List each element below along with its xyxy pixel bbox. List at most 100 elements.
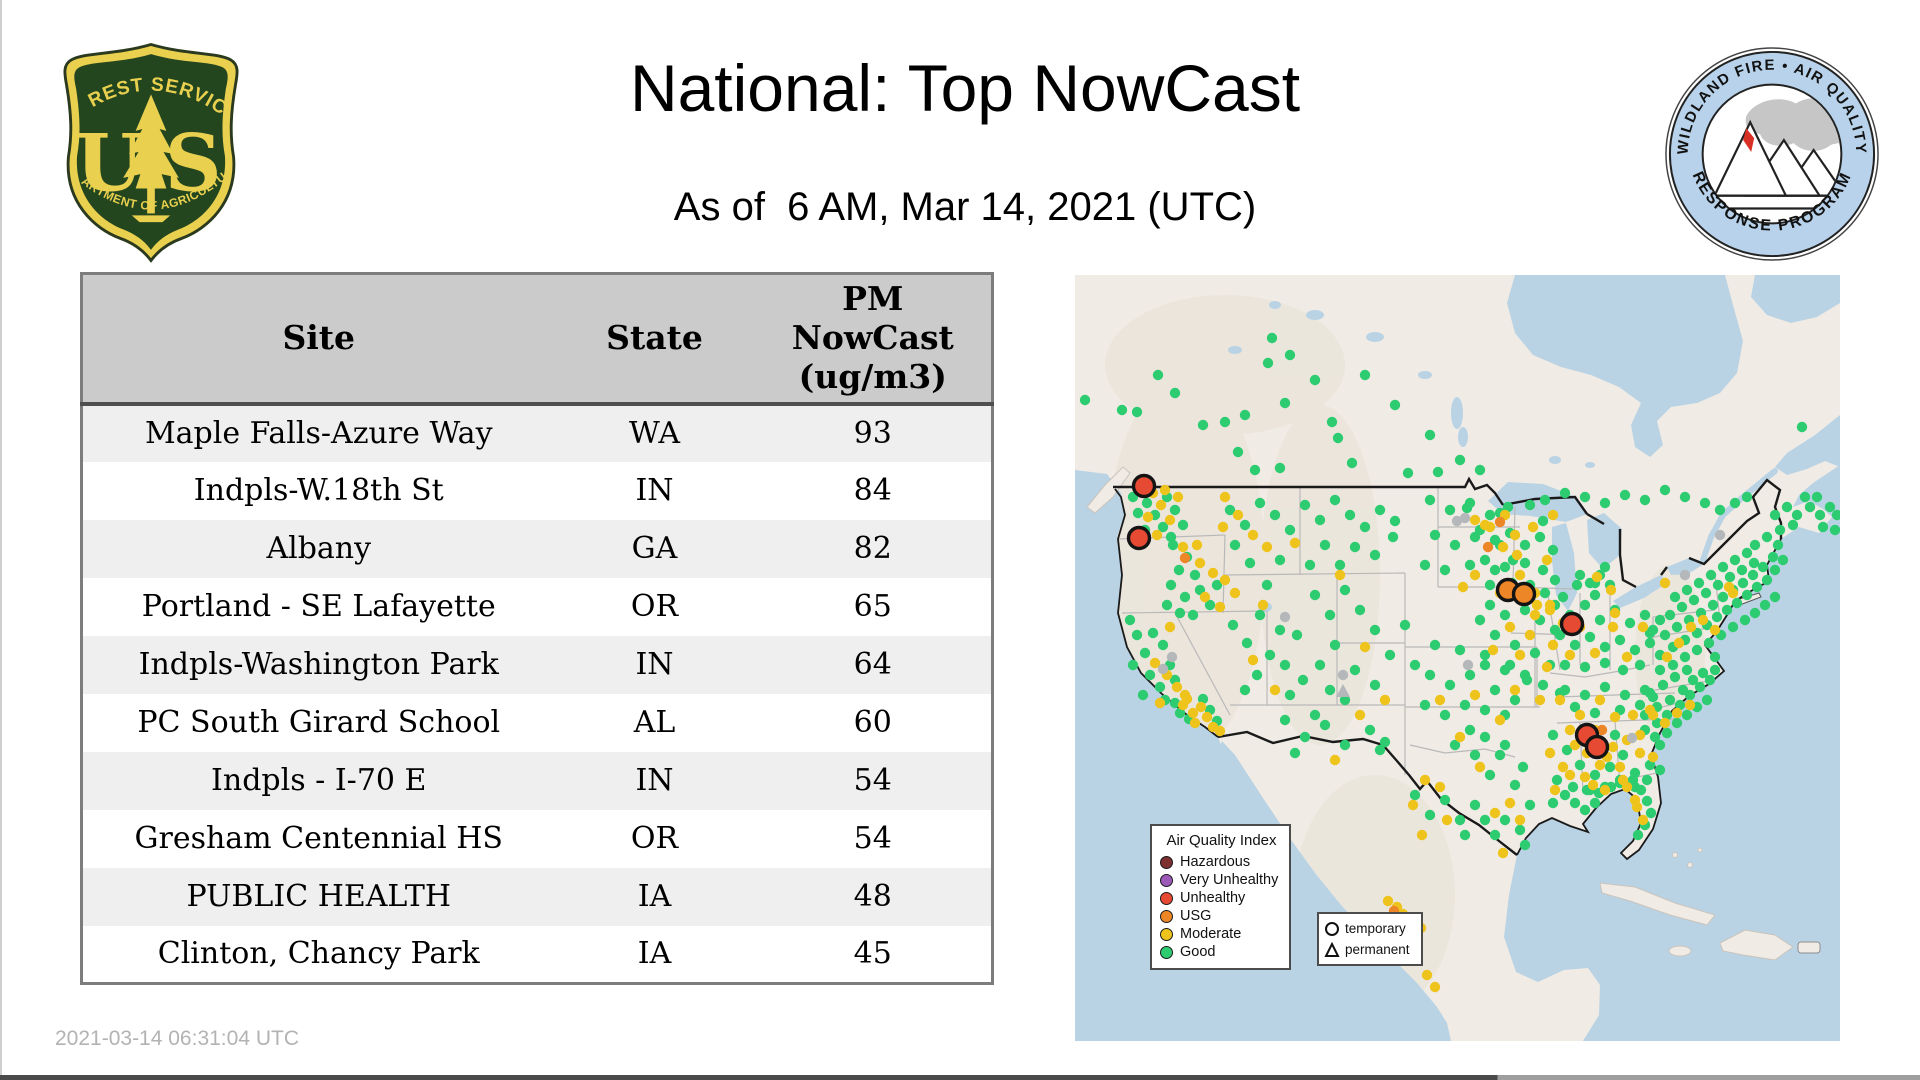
report-page: FOREST SERVICE U S DEPARTMENT OF AGRICUL…	[0, 0, 1920, 1080]
value-cell: 48	[754, 867, 993, 926]
state-cell: WA	[554, 403, 755, 462]
aqi-dot	[1251, 669, 1263, 681]
table-row: PUBLIC HEALTH IA 48	[81, 867, 993, 926]
aqi-dot	[1509, 684, 1521, 696]
aqi-dot	[1484, 769, 1496, 781]
highlight-site-marker	[1511, 581, 1537, 607]
aqi-legend-item: Moderate	[1160, 925, 1283, 943]
aqi-dot	[1796, 421, 1808, 433]
aqi-dot	[1509, 779, 1521, 791]
aqi-dot	[1709, 664, 1721, 676]
aqi-dot	[1517, 761, 1529, 773]
aqi-dot	[1407, 799, 1419, 811]
aqi-dot	[1659, 577, 1671, 589]
aqi-dot	[1444, 679, 1456, 691]
aqi-dot	[1181, 693, 1193, 705]
aqi-dot	[1544, 747, 1556, 759]
aqi-legend-label: Unhealthy	[1180, 890, 1246, 906]
table-row: Indpls-W.18th St IN 84	[81, 461, 993, 520]
aqi-dot	[1617, 664, 1629, 676]
state-cell: GA	[554, 519, 755, 578]
column-header-state: State	[554, 273, 755, 406]
aqi-dot	[1547, 639, 1559, 651]
aqi-dot	[1142, 511, 1154, 523]
aqi-legend-title: Air Quality Index	[1166, 832, 1277, 849]
aqi-dot	[1777, 554, 1789, 566]
aqi-dot	[1521, 674, 1533, 686]
aqi-dot	[1681, 584, 1693, 596]
aqi-dot	[1499, 664, 1511, 676]
aqi-dot	[1617, 774, 1629, 786]
aqi-dot	[1559, 789, 1571, 801]
highlight-site-marker	[1126, 525, 1152, 551]
aqi-dot	[1116, 404, 1128, 416]
aqi-dot	[1354, 709, 1366, 721]
aqi-map: Air Quality Index Hazardous Very Unhealth…	[1075, 275, 1840, 1041]
aqi-dot	[1429, 981, 1441, 993]
site-cell: PC South Girard School	[81, 693, 555, 752]
aqi-dot	[1654, 614, 1666, 626]
aqi-dot	[1459, 699, 1471, 711]
aqi-dot	[1451, 515, 1463, 527]
aqi-dot	[1687, 674, 1699, 686]
aqi-dot	[1747, 569, 1759, 581]
wfaqrp-logo: WILDLAND FIRE • AIR QUALITY RESPONSE PRO…	[1665, 47, 1879, 261]
aqi-dot	[1774, 524, 1786, 536]
aqi-dot	[1257, 599, 1269, 611]
aqi-dot	[1299, 499, 1311, 511]
aqi-dot	[1346, 457, 1358, 469]
aqi-dot	[1634, 659, 1646, 671]
aqi-dot	[1127, 659, 1139, 671]
aqi-dot	[1416, 829, 1428, 841]
aqi-dot	[1274, 624, 1286, 636]
aqi-dot	[1344, 509, 1356, 521]
site-cell: Albany	[81, 519, 555, 578]
aqi-dot	[1727, 587, 1739, 599]
column-header-pm-nowcast: PM NowCast (ug/m3)	[754, 273, 993, 406]
aqi-dot	[1669, 671, 1681, 683]
aqi-dot	[1511, 549, 1523, 561]
aqi-dot	[1599, 681, 1611, 693]
aqi-dot	[1419, 559, 1431, 571]
aqi-dot	[1599, 641, 1611, 653]
aqi-dot	[1454, 454, 1466, 466]
aqi-dot	[1339, 739, 1351, 751]
aqi-legend-label: Moderate	[1180, 926, 1242, 942]
aqi-dot	[1469, 514, 1481, 526]
aqi-dot	[1634, 699, 1646, 711]
aqi-dot	[1514, 569, 1526, 581]
legend-item-permanent: permanent	[1324, 939, 1416, 960]
aqi-dot	[1144, 669, 1156, 681]
aqi-dot	[1239, 409, 1251, 421]
aqi-swatch-icon	[1160, 927, 1173, 941]
aqi-dot	[1629, 644, 1641, 656]
aqi-dot	[1369, 679, 1381, 691]
state-cell: OR	[554, 577, 755, 636]
aqi-dot	[1179, 591, 1191, 603]
aqi-dot	[1691, 644, 1703, 656]
aqi-dot	[1152, 369, 1164, 381]
aqi-swatch-icon	[1160, 909, 1173, 923]
aqi-dot	[1541, 554, 1553, 566]
aqi-dot	[1497, 847, 1509, 859]
aqi-dot	[1519, 539, 1531, 551]
aqi-dot	[1424, 494, 1436, 506]
aqi-dot	[1634, 747, 1646, 759]
aqi-dot	[1594, 759, 1606, 771]
site-cell: PUBLIC HEALTH	[81, 867, 555, 926]
aqi-dot	[1474, 464, 1486, 476]
aqi-dot	[1459, 829, 1471, 841]
aqi-dot	[1541, 661, 1553, 673]
aqi-dot	[1514, 814, 1526, 826]
aqi-dot	[1334, 559, 1346, 571]
aqi-dot	[1155, 499, 1167, 511]
aqi-dot	[1461, 502, 1473, 514]
aqi-dot	[1329, 639, 1341, 651]
aqi-dot	[1379, 694, 1391, 706]
aqi-dot	[1219, 491, 1231, 503]
aqi-dot	[1741, 491, 1753, 503]
aqi-dot	[1607, 621, 1619, 633]
aqi-dot	[1529, 609, 1541, 621]
aqi-dot	[1767, 551, 1779, 563]
aqi-dot	[1564, 649, 1576, 661]
